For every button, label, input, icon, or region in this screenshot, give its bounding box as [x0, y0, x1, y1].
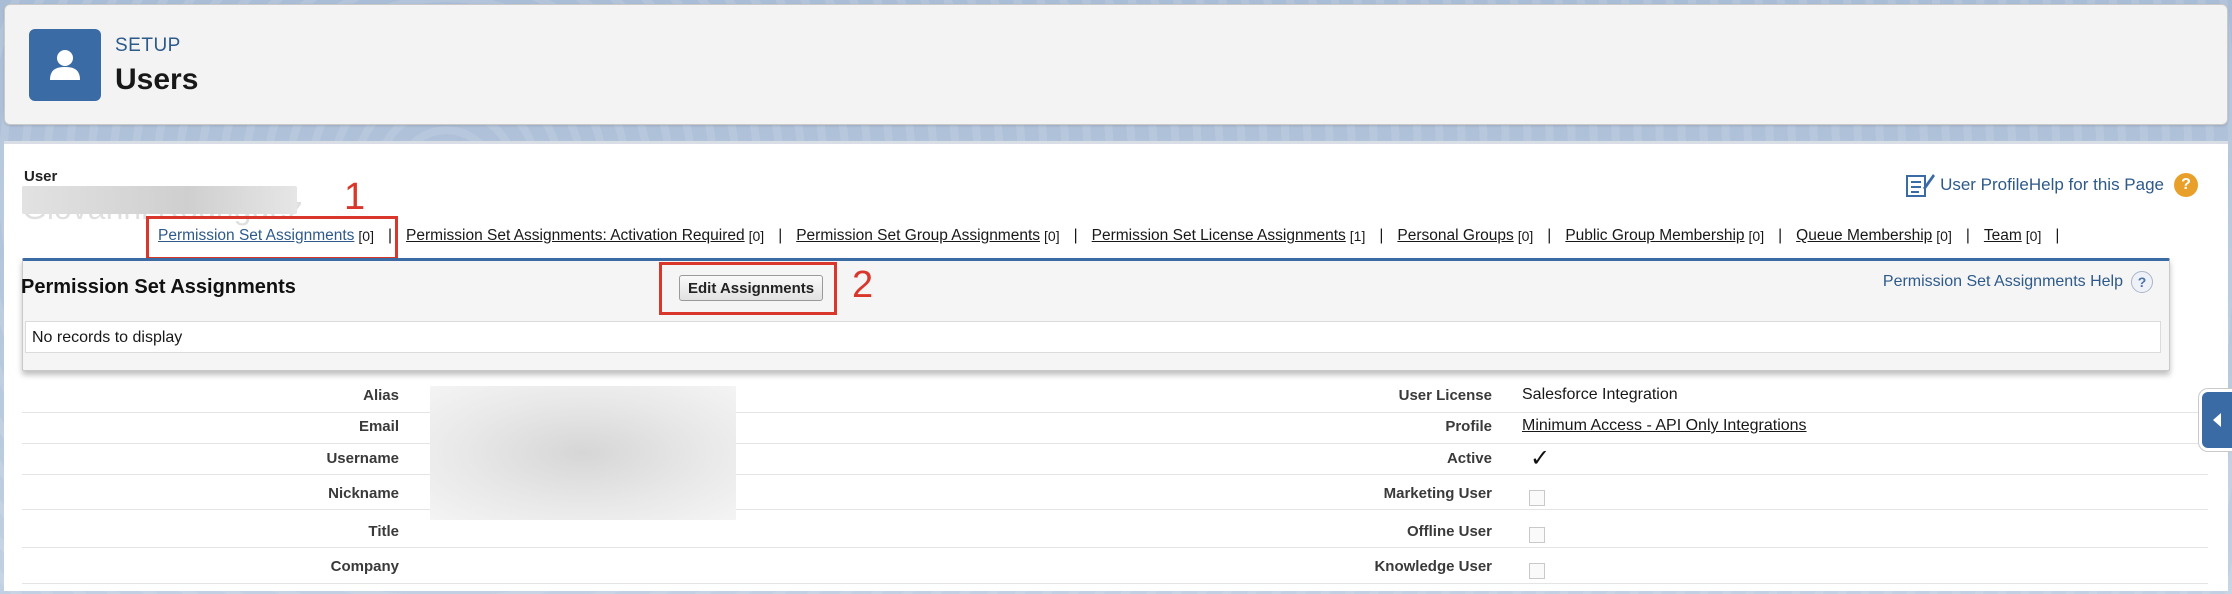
- chevron-left-icon: [2213, 413, 2221, 427]
- link-personal-groups[interactable]: Personal Groups: [1397, 227, 1513, 245]
- link-permission-set-group-assignments[interactable]: Permission Set Group Assignments: [796, 227, 1040, 245]
- panel-help-link[interactable]: Permission Set Assignments Help: [1883, 273, 2123, 291]
- detail-row: [22, 411, 2208, 444]
- panel-title: Permission Set Assignments: [21, 276, 296, 298]
- annotation-number-2: 2: [852, 264, 874, 306]
- user-name-redaction: [22, 186, 297, 214]
- count: [1]: [1349, 228, 1366, 244]
- empty-state: No records to display: [25, 321, 2161, 353]
- count: [0]: [748, 228, 765, 244]
- label-offline-user: Offline User: [1406, 523, 1492, 540]
- panel-help[interactable]: Permission Set Assignments Help ?: [1883, 271, 2153, 293]
- marketing-user-checkbox: [1529, 490, 1545, 506]
- separator: |: [1073, 227, 1078, 244]
- label-alias: Alias: [363, 387, 399, 404]
- detail-row: [22, 515, 2208, 548]
- setup-breadcrumb: SETUP: [115, 35, 181, 56]
- label-nickname: Nickname: [328, 485, 399, 502]
- user-icon: [29, 29, 101, 101]
- label-marketing-user: Marketing User: [1383, 485, 1492, 502]
- count: [0]: [1517, 228, 1534, 244]
- active-checkmark-icon: ✓: [1530, 445, 1551, 472]
- link-permission-set-license-assignments[interactable]: Permission Set License Assignments: [1092, 227, 1346, 245]
- knowledge-user-checkbox: [1529, 563, 1545, 579]
- link-permission-set-assignments-activation-required[interactable]: Permission Set Assignments: Activation R…: [406, 227, 745, 245]
- count: [0]: [1748, 228, 1765, 244]
- annotation-box-2: [659, 262, 837, 315]
- help-book-icon: [1906, 174, 1936, 197]
- separator: |: [1547, 227, 1552, 244]
- separator: |: [1965, 227, 1970, 244]
- page-help-link[interactable]: User ProfileHelp for this Page: [1940, 175, 2164, 195]
- related-list-links: Permission Set Assignments [0] | Permissi…: [158, 227, 2073, 245]
- separator: |: [1778, 227, 1783, 244]
- redacted-values: [430, 386, 736, 520]
- count: [0]: [1936, 228, 1952, 244]
- separator: |: [2055, 227, 2060, 244]
- offline-user-checkbox: [1529, 527, 1545, 543]
- help-question-icon[interactable]: ?: [2174, 173, 2198, 197]
- value-user-license: Salesforce Integration: [1522, 386, 1678, 403]
- count: [0]: [1044, 228, 1060, 244]
- label-profile: Profile: [1445, 418, 1492, 435]
- user-label: User: [24, 168, 58, 185]
- link-team[interactable]: Team: [1984, 227, 2022, 245]
- value-profile-link[interactable]: Minimum Access - API Only Integrations: [1522, 417, 1807, 435]
- help-icon[interactable]: ?: [2131, 271, 2153, 293]
- detail-row: [22, 380, 2208, 413]
- page-title: Users: [115, 63, 199, 96]
- sidebar-toggle[interactable]: [2202, 392, 2232, 448]
- annotation-box-1: [146, 216, 398, 260]
- setup-header: SETUP Users: [4, 4, 2228, 125]
- label-knowledge-user: Knowledge User: [1374, 558, 1492, 575]
- permission-set-assignments-panel: Permission Set Assignments Edit Assignme…: [21, 258, 2170, 371]
- label-title: Title: [368, 523, 399, 540]
- separator: |: [778, 227, 783, 244]
- link-public-group-membership[interactable]: Public Group Membership: [1565, 227, 1744, 245]
- count: [0]: [2025, 228, 2042, 244]
- label-username: Username: [326, 450, 399, 467]
- link-queue-membership[interactable]: Queue Membership: [1796, 227, 1932, 245]
- separator: |: [1379, 227, 1384, 244]
- label-active: Active: [1446, 450, 1492, 467]
- label-user-license: User License: [1398, 387, 1492, 404]
- label-company: Company: [330, 558, 399, 575]
- page-help[interactable]: User ProfileHelp for this Page ?: [1906, 172, 2198, 198]
- label-email: Email: [358, 418, 399, 435]
- annotation-number-1: 1: [344, 176, 366, 218]
